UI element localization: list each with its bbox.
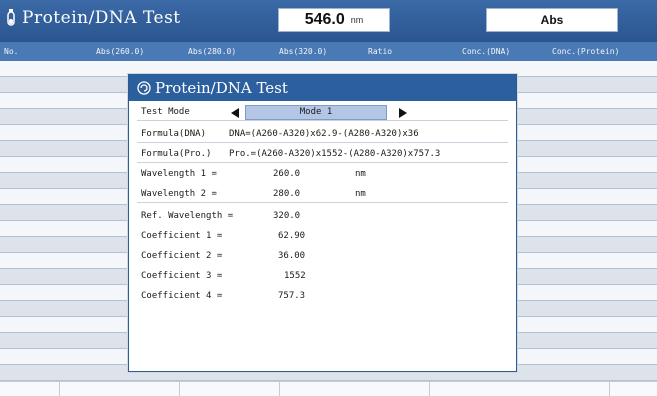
wavelength1-unit: nm [355, 169, 366, 179]
wavelength1-row: Wavelength 1 = 260.0 nm [137, 165, 508, 183]
dialog-title: Protein/DNA Test [155, 79, 288, 97]
toolbar-slot[interactable] [280, 382, 430, 396]
coefficient3-label: Coefficient 3 = [141, 271, 223, 281]
formula-protein-row: Formula(Pro.) Pro.=(A260-A320)x1552-(A28… [137, 145, 508, 163]
coefficient1-row: Coefficient 1 = 62.90 [137, 227, 508, 245]
toolbar-slot[interactable] [60, 382, 180, 396]
column-header-no: No. [4, 47, 19, 56]
coefficient4-value[interactable]: 757.3 [278, 291, 305, 301]
test-mode-label: Test Mode [141, 107, 190, 117]
toolbar-slot[interactable] [430, 382, 610, 396]
top-bar: Protein/DNA Test 546.0 nm Abs [0, 0, 657, 42]
formula-dna-label: Formula(DNA) [141, 129, 207, 139]
wavelength2-unit: nm [355, 189, 366, 199]
coefficient4-label: Coefficient 4 = [141, 291, 223, 301]
coefficient2-label: Coefficient 2 = [141, 251, 223, 261]
wavelength-unit: nm [350, 15, 364, 25]
formula-dna-value[interactable]: DNA=(A260-A320)x62.9-(A280-A320)x36 [229, 129, 419, 139]
protein-dna-test-dialog: Protein/DNA Test Test Mode Mode 1 Formul… [128, 74, 517, 372]
column-header-abs280: Abs(280.0) [188, 47, 237, 56]
divider [137, 202, 508, 203]
coefficient2-value[interactable]: 36.00 [278, 251, 305, 261]
coefficient1-label: Coefficient 1 = [141, 231, 223, 241]
wavelength1-label: Wavelength 1 = [141, 169, 217, 179]
coefficient3-row: Coefficient 3 = 1552 [137, 267, 508, 285]
formula-dna-row: Formula(DNA) DNA=(A260-A320)x62.9-(A280-… [137, 125, 508, 143]
column-header: No. Abs(260.0) Abs(280.0) Abs(320.0) Rat… [0, 42, 657, 61]
column-header-conc-protein: Conc.(Protein) [552, 47, 620, 56]
app-title: Protein/DNA Test [4, 6, 181, 30]
measure-mode-value: Abs [540, 13, 564, 27]
wavelength1-value[interactable]: 260.0 [273, 169, 300, 179]
test-mode-row: Test Mode Mode 1 [137, 103, 508, 121]
wavelength2-label: Wavelength 2 = [141, 189, 217, 199]
coefficient3-value[interactable]: 1552 [284, 271, 306, 281]
test-mode-value[interactable]: Mode 1 [245, 105, 387, 120]
test-tube-icon [7, 9, 15, 26]
dialog-title-bar: Protein/DNA Test [129, 75, 516, 101]
arrow-left-icon[interactable] [231, 108, 239, 118]
measure-mode-display[interactable]: Abs [486, 8, 618, 32]
column-header-abs320: Abs(320.0) [279, 47, 328, 56]
toolbar-slot[interactable] [180, 382, 280, 396]
divider [137, 162, 508, 163]
ref-wavelength-row: Ref. Wavelength = 320.0 [137, 207, 508, 225]
column-header-ratio: Ratio [368, 47, 393, 56]
ref-wavelength-label: Ref. Wavelength = [141, 211, 234, 221]
formula-protein-label: Formula(Pro.) [141, 149, 212, 159]
ref-wavelength-value[interactable]: 320.0 [273, 211, 300, 221]
wavelength-value: 546.0 [304, 11, 345, 28]
app-title-text: Protein/DNA Test [22, 8, 181, 28]
divider [137, 142, 508, 143]
test-mode-selector[interactable]: Mode 1 [231, 105, 407, 120]
wavelength2-value[interactable]: 280.0 [273, 189, 300, 199]
column-header-abs260: Abs(260.0) [96, 47, 145, 56]
settings-circle-icon [137, 81, 151, 95]
arrow-right-icon[interactable] [399, 108, 407, 118]
wavelength2-row: Wavelength 2 = 280.0 nm [137, 185, 508, 203]
formula-protein-value[interactable]: Pro.=(A260-A320)x1552-(A280-A320)x757.3 [229, 149, 440, 159]
column-header-conc-dna: Conc.(DNA) [462, 47, 511, 56]
coefficient4-row: Coefficient 4 = 757.3 [137, 287, 508, 305]
divider [137, 120, 508, 121]
wavelength-display[interactable]: 546.0 nm [278, 8, 390, 32]
bottom-toolbar [0, 381, 657, 396]
coefficient1-value[interactable]: 62.90 [278, 231, 305, 241]
dialog-body: Test Mode Mode 1 Formula(DNA) DNA=(A260-… [137, 103, 508, 365]
toolbar-slot[interactable] [0, 382, 60, 396]
coefficient2-row: Coefficient 2 = 36.00 [137, 247, 508, 265]
